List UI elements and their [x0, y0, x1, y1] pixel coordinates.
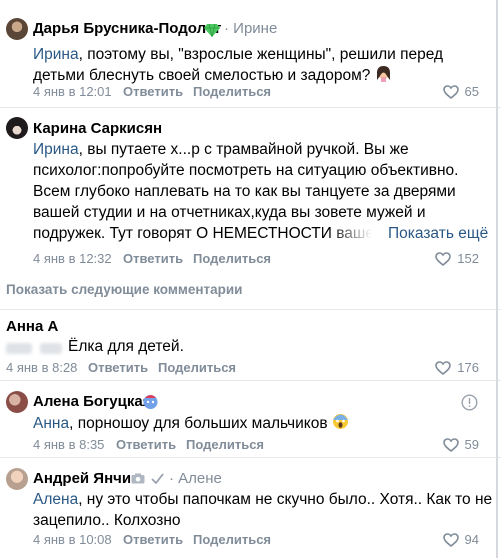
blurred-reply-to	[40, 343, 62, 354]
like-button[interactable]: 94	[442, 532, 479, 547]
comment-date[interactable]: 4 янв в 10:08	[33, 532, 112, 547]
mention-link[interactable]: Ирина	[33, 46, 79, 63]
author-name[interactable]: Анна А	[6, 318, 58, 335]
divider	[0, 380, 501, 381]
scrollbar-track[interactable]	[496, 0, 498, 558]
divider	[0, 457, 501, 458]
heart-icon	[435, 360, 452, 375]
mention-link[interactable]: Ирина	[33, 141, 79, 158]
divider	[0, 309, 501, 310]
show-more-link[interactable]: Показать ещё	[386, 223, 489, 244]
comment-date[interactable]: 4 янв в 12:32	[33, 251, 112, 266]
reply-to[interactable]: · Алене	[169, 470, 222, 487]
blurred-reply-to	[6, 343, 32, 354]
heart-icon	[442, 437, 459, 452]
comment-text: Алена, ну это чтобы папочкам не скучно б…	[33, 489, 495, 531]
comment-text: Ёлка для детей.	[68, 338, 184, 355]
mention-link[interactable]: Анна	[33, 415, 69, 432]
share-button[interactable]: Поделиться	[158, 360, 236, 375]
text-fade	[330, 223, 390, 244]
face-emoji	[376, 66, 390, 82]
reply-button[interactable]: Ответить	[116, 437, 176, 452]
like-button[interactable]: 65	[442, 84, 479, 99]
like-count: 65	[464, 84, 479, 99]
comment-text: Ирина, поэтому вы, "взрослые женщины", р…	[33, 44, 495, 86]
camera-icon	[131, 473, 145, 484]
comment-body: , ну это чтобы папочкам не скучно было..…	[33, 491, 493, 529]
author-name[interactable]: Дарья Брусника-Подолог	[33, 20, 221, 37]
like-count: 152	[457, 251, 479, 266]
checkmark-icon	[151, 473, 164, 484]
heart-icon	[442, 532, 459, 547]
author-name[interactable]: Карина Саркисян	[33, 120, 162, 137]
reply-button[interactable]: Ответить	[123, 251, 183, 266]
avatar[interactable]	[6, 18, 28, 40]
mention-link[interactable]: Алена	[33, 491, 78, 508]
like-button[interactable]: 59	[442, 437, 479, 452]
comment-body: , порношоу для больших мальчиков	[69, 415, 328, 432]
author-name[interactable]: Алена Богуцкая	[33, 393, 151, 410]
reply-button[interactable]: Ответить	[123, 84, 183, 99]
like-button[interactable]: 152	[435, 251, 479, 266]
comment-date[interactable]: 4 янв в 8:28	[6, 360, 77, 375]
share-button[interactable]: Поделиться	[193, 84, 271, 99]
verified-gem-icon	[204, 23, 220, 37]
avatar[interactable]	[6, 391, 28, 413]
like-count: 94	[464, 532, 479, 547]
reply-button[interactable]: Ответить	[123, 532, 183, 547]
heart-icon	[442, 84, 459, 99]
comment-date[interactable]: 4 янв в 8:35	[33, 437, 104, 452]
like-button[interactable]: 176	[435, 360, 479, 375]
author-name[interactable]: Андрей Янчик	[33, 470, 139, 487]
reply-to[interactable]: · Ирине	[224, 20, 277, 37]
comment-date[interactable]: 4 янв в 12:01	[33, 84, 112, 99]
like-count: 176	[457, 360, 479, 375]
avatar[interactable]	[6, 117, 28, 139]
avatar[interactable]	[6, 468, 28, 490]
comment-text: Анна, порношоу для больших мальчиков	[33, 413, 495, 434]
like-count: 59	[464, 437, 479, 452]
info-icon[interactable]	[461, 394, 478, 411]
share-button[interactable]: Поделиться	[193, 532, 271, 547]
show-next-comments-button[interactable]: Показать следующие комментарии	[6, 282, 242, 297]
share-button[interactable]: Поделиться	[193, 251, 271, 266]
reply-button[interactable]: Ответить	[88, 360, 148, 375]
previous-comment-remnant	[0, 0, 501, 8]
heart-icon	[435, 251, 452, 266]
scream-emoji	[332, 414, 348, 429]
share-button[interactable]: Поделиться	[186, 437, 264, 452]
blue-face-emoji	[143, 395, 158, 409]
divider	[0, 107, 501, 108]
